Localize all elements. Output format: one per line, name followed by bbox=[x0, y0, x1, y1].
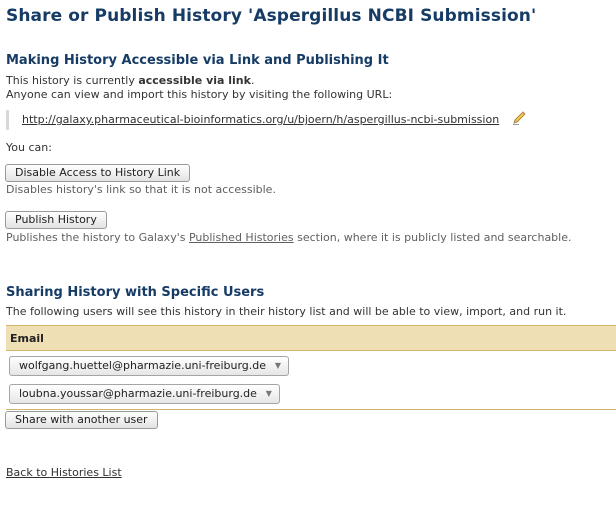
access-section-heading: Making History Accessible via Link and P… bbox=[6, 53, 389, 68]
history-url-link[interactable]: http://galaxy.pharmaceutical-bioinformat… bbox=[22, 113, 499, 126]
publish-description: Publishes the history to Galaxy's Publis… bbox=[6, 231, 572, 244]
history-url-box: http://galaxy.pharmaceutical-bioinformat… bbox=[6, 110, 609, 130]
back-to-histories-link[interactable]: Back to Histories List bbox=[6, 466, 122, 480]
table-header: Email bbox=[6, 325, 616, 351]
publish-history-button[interactable]: Publish History bbox=[5, 211, 107, 229]
email-column-header: Email bbox=[10, 332, 44, 345]
user-email-select[interactable]: loubna.youssar@pharmazie.uni-freiburg.de… bbox=[9, 384, 280, 404]
share-with-another-user-button[interactable]: Share with another user bbox=[5, 411, 158, 429]
disable-access-description: Disables history's link so that it is no… bbox=[6, 183, 276, 196]
pencil-icon[interactable] bbox=[511, 110, 527, 126]
disable-access-button[interactable]: Disable Access to History Link bbox=[5, 164, 191, 182]
access-instructions: Anyone can view and import this history … bbox=[6, 88, 393, 101]
page-title: Share or Publish History 'Aspergillus NC… bbox=[6, 6, 537, 26]
access-status-text: This history is currently accessible via… bbox=[6, 74, 255, 87]
shared-users-table: Email wolfgang.huettel@pharmazie.uni-fre… bbox=[6, 325, 616, 410]
share-history-page: Share or Publish History 'Aspergillus NC… bbox=[0, 0, 616, 516]
sharing-description: The following users will see this histor… bbox=[6, 305, 567, 318]
you-can-label: You can: bbox=[6, 141, 52, 154]
user-email-value: wolfgang.huettel@pharmazie.uni-freiburg.… bbox=[19, 359, 267, 372]
access-status-value: accessible via link bbox=[138, 74, 251, 87]
chevron-down-icon: ▼ bbox=[265, 389, 272, 398]
sharing-section-heading: Sharing History with Specific Users bbox=[6, 285, 265, 300]
published-histories-link[interactable]: Published Histories bbox=[189, 231, 294, 244]
chevron-down-icon: ▼ bbox=[274, 361, 282, 370]
user-email-value: loubna.youssar@pharmazie.uni-freiburg.de bbox=[19, 387, 257, 400]
user-email-select[interactable]: wolfgang.huettel@pharmazie.uni-freiburg.… bbox=[9, 356, 290, 376]
